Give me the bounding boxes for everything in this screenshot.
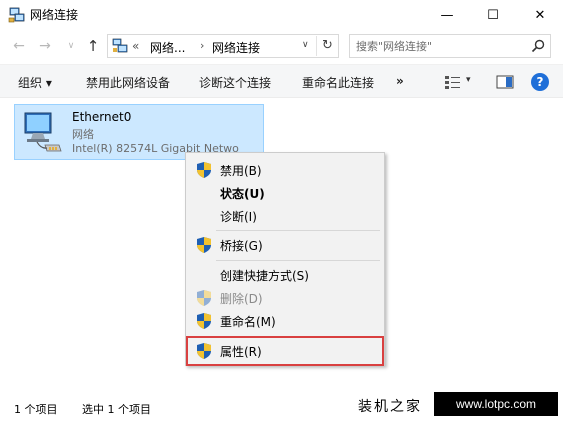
- more-commands-button[interactable]: »: [396, 74, 404, 88]
- selected-count: 选中 1 个项目: [82, 403, 151, 416]
- search-input[interactable]: [356, 37, 526, 55]
- disable-device-button[interactable]: 禁用此网络设备: [86, 74, 170, 91]
- item-count: 1 个项目: [14, 403, 58, 416]
- uac-shield-icon: [197, 290, 211, 306]
- menu-item-label: 删除(D): [220, 292, 263, 306]
- adapter-name: Ethernet0: [72, 110, 132, 124]
- menu-item-rename[interactable]: 重命名(M): [188, 310, 382, 332]
- uac-shield-icon: [197, 162, 211, 178]
- menu-separator: [216, 260, 380, 261]
- menu-item-status[interactable]: 状态(U): [188, 182, 382, 204]
- menu-item-label: 诊断(I): [220, 210, 257, 224]
- command-bar: 组织 ▾ 禁用此网络设备 诊断这个连接 重命名此连接 » ▾ ?: [0, 64, 563, 98]
- address-row: ← → ∨ ↑ « 网络... › 网络连接 ∨ ↻: [0, 30, 563, 62]
- status-bar: 1 个项目 选中 1 个项目 装机之家 www.lotpc.com: [0, 392, 563, 421]
- breadcrumb-network-connections[interactable]: 网络连接: [212, 39, 260, 56]
- breadcrumb-overflow[interactable]: «: [132, 39, 139, 53]
- up-button[interactable]: ↑: [84, 37, 102, 55]
- menu-separator: [216, 230, 380, 231]
- ethernet-adapter-icon: [24, 112, 62, 152]
- view-dropdown-icon[interactable]: ▾: [466, 75, 471, 85]
- watermark-site-name: 装机之家: [358, 399, 422, 415]
- watermark-url: www.lotpc.com: [434, 392, 558, 416]
- network-connections-icon: [8, 7, 25, 23]
- breadcrumb-separator[interactable]: ›: [200, 39, 204, 52]
- adapter-type: 网络: [72, 128, 94, 141]
- rename-connection-button[interactable]: 重命名此连接: [302, 74, 374, 91]
- menu-item-diagnose[interactable]: 诊断(I): [188, 205, 382, 227]
- diagnose-button[interactable]: 诊断这个连接: [199, 74, 271, 91]
- back-button[interactable]: ←: [10, 37, 28, 55]
- menu-item-label: 状态(U): [220, 187, 265, 201]
- refresh-button[interactable]: ↻: [316, 36, 338, 56]
- help-icon[interactable]: ?: [531, 73, 549, 91]
- window-title: 网络连接: [30, 8, 79, 22]
- change-view-icon[interactable]: [444, 74, 462, 90]
- uac-shield-icon: [197, 237, 211, 253]
- minimize-button[interactable]: —: [424, 0, 470, 30]
- menu-item-label: 禁用(B): [220, 164, 262, 178]
- menu-item-create-shortcut[interactable]: 创建快捷方式(S): [188, 264, 382, 286]
- forward-button[interactable]: →: [36, 37, 54, 55]
- search-box[interactable]: [349, 34, 551, 58]
- preview-pane-icon[interactable]: [496, 74, 514, 90]
- menu-item-label: 桥接(G): [220, 239, 263, 253]
- organize-menu[interactable]: 组织 ▾: [18, 74, 52, 91]
- close-button[interactable]: ✕: [517, 0, 563, 30]
- menu-item-label: 创建快捷方式(S): [220, 269, 309, 283]
- network-folder-icon: [112, 38, 128, 53]
- search-icon[interactable]: [530, 38, 546, 54]
- menu-item-label: 重命名(M): [220, 315, 276, 329]
- maximize-button[interactable]: ☐: [470, 0, 516, 30]
- menu-item-bridge[interactable]: 桥接(G): [188, 234, 382, 256]
- menu-item-delete: 删除(D): [188, 287, 382, 309]
- title-bar: 网络连接 — ☐ ✕: [0, 0, 563, 30]
- menu-item-disable[interactable]: 禁用(B): [188, 159, 382, 181]
- recent-locations-dropdown[interactable]: ∨: [62, 37, 80, 55]
- properties-highlight-box: [186, 336, 384, 366]
- address-bar[interactable]: « 网络... › 网络连接 ∨ ↻: [107, 34, 339, 58]
- context-menu: 禁用(B) 状态(U) 诊断(I) 桥接(G) 创建快捷方式(S) 删除(D) …: [185, 152, 385, 366]
- uac-shield-icon: [197, 313, 211, 329]
- address-dropdown-icon[interactable]: ∨: [302, 40, 309, 50]
- breadcrumb-network[interactable]: 网络...: [150, 39, 185, 56]
